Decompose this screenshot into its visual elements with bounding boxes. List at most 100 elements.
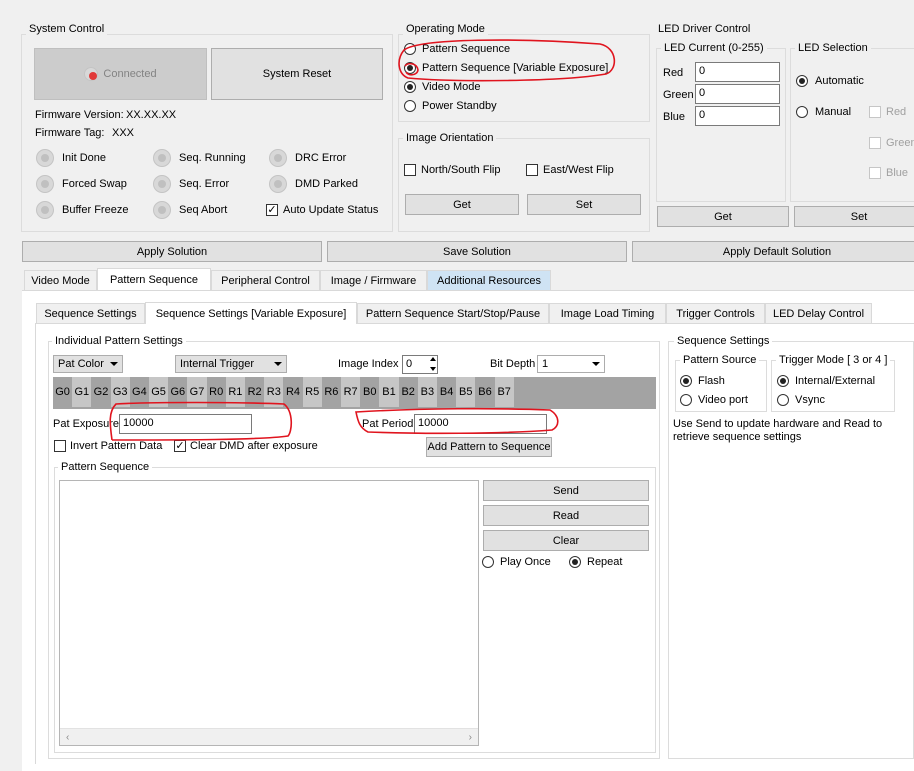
east-west-flip-checkbox[interactable]	[526, 164, 538, 176]
led-green-input[interactable]: 0	[695, 84, 780, 104]
bit-depth-dropdown[interactable]: 1	[537, 355, 605, 373]
bit-channel-r6[interactable]: R6	[321, 377, 341, 407]
repeat-label: Repeat	[587, 556, 623, 568]
spin-down-icon[interactable]	[430, 367, 436, 371]
mode-video-radio[interactable]	[404, 81, 416, 93]
orientation-set-button[interactable]: Set	[527, 194, 641, 215]
orientation-get-button[interactable]: Get	[405, 194, 519, 215]
bit-depth-value: 1	[542, 358, 549, 370]
north-south-flip-label: North/South Flip	[421, 164, 501, 176]
trigger-vsync-radio[interactable]	[777, 394, 789, 406]
tab-additional-resources[interactable]: Additional Resources	[427, 270, 551, 290]
firmware-tag-value: XXX	[112, 127, 135, 139]
led-manual-radio[interactable]	[796, 106, 808, 118]
led-blue-input[interactable]: 0	[695, 106, 780, 126]
trigger-dropdown[interactable]: Internal Trigger	[175, 355, 287, 373]
subtab-start-stop-pause[interactable]: Pattern Sequence Start/Stop/Pause	[357, 303, 549, 323]
pat-exposure-input[interactable]: 10000	[119, 414, 252, 434]
led-get-button[interactable]: Get	[657, 206, 789, 227]
apply-default-solution-button[interactable]: Apply Default Solution	[632, 241, 914, 262]
apply-solution-button[interactable]: Apply Solution	[22, 241, 322, 262]
bit-channel-r1[interactable]: R1	[225, 377, 245, 407]
mode-pattern-sequence-label: Pattern Sequence	[422, 43, 511, 55]
bit-channel-g5[interactable]: G5	[149, 377, 169, 407]
bit-channel-r5[interactable]: R5	[302, 377, 322, 407]
image-index-spinner[interactable]: 0	[402, 355, 438, 374]
source-flash-radio[interactable]	[680, 375, 692, 387]
led-sel-green-checkbox[interactable]	[869, 137, 881, 149]
pattern-sequence-list[interactable]: ‹ ›	[59, 480, 479, 746]
bit-channel-r4[interactable]: R4	[283, 377, 303, 407]
bit-channel-b2[interactable]: B2	[398, 377, 418, 407]
clear-button[interactable]: Clear	[483, 530, 649, 551]
bit-channel-g1[interactable]: G1	[72, 377, 92, 407]
bit-channel-b1[interactable]: B1	[379, 377, 399, 407]
led-manual-label: Manual	[815, 106, 852, 118]
led-sel-blue-checkbox[interactable]	[869, 167, 881, 179]
subtab-trigger-controls[interactable]: Trigger Controls	[666, 303, 765, 323]
bit-channel-g0[interactable]: G0	[53, 377, 73, 407]
mode-pattern-sequence-variable-radio[interactable]	[404, 62, 416, 74]
bit-channel-b0[interactable]: B0	[360, 377, 380, 407]
read-button[interactable]: Read	[483, 505, 649, 526]
play-once-radio[interactable]	[482, 556, 494, 568]
tab-peripheral-control[interactable]: Peripheral Control	[211, 270, 320, 290]
invert-pattern-checkbox[interactable]	[54, 440, 66, 452]
east-west-flip-label: East/West Flip	[543, 164, 614, 176]
bit-channel-g2[interactable]: G2	[91, 377, 111, 407]
trigger-value: Internal Trigger	[180, 358, 254, 370]
north-south-flip-checkbox[interactable]	[404, 164, 416, 176]
subtab-sequence-settings-variable[interactable]: Sequence Settings [Variable Exposure]	[145, 302, 357, 324]
image-orientation-group	[398, 138, 650, 232]
bit-depth-label: Bit Depth	[490, 358, 536, 370]
system-reset-button[interactable]: System Reset	[211, 48, 383, 100]
bit-channel-r3[interactable]: R3	[264, 377, 284, 407]
led-automatic-radio[interactable]	[796, 75, 808, 87]
bit-channel-b3[interactable]: B3	[417, 377, 437, 407]
bit-channel-r2[interactable]: R2	[245, 377, 265, 407]
tab-video-mode[interactable]: Video Mode	[24, 270, 97, 290]
pat-color-dropdown[interactable]: Pat Color	[53, 355, 123, 373]
subtab-sequence-settings[interactable]: Sequence Settings	[36, 303, 145, 323]
led-set-button[interactable]: Set	[794, 206, 914, 227]
led-red-input[interactable]: 0	[695, 62, 780, 82]
seq-abort-led-icon	[153, 201, 171, 219]
pat-period-input[interactable]: 10000	[414, 414, 547, 434]
led-current-title: LED Current (0-255)	[661, 42, 767, 54]
bit-channel-g4[interactable]: G4	[129, 377, 149, 407]
send-button[interactable]: Send	[483, 480, 649, 501]
auto-update-checkbox[interactable]: ✓	[266, 204, 278, 216]
horizontal-scrollbar[interactable]: ‹ ›	[60, 728, 478, 745]
led-sel-red-checkbox[interactable]	[869, 106, 881, 118]
tab-pattern-sequence[interactable]: Pattern Sequence	[97, 268, 211, 290]
tab-image-firmware[interactable]: Image / Firmware	[320, 270, 427, 290]
scroll-left-icon[interactable]: ‹	[66, 732, 69, 743]
subtab-led-delay-control[interactable]: LED Delay Control	[765, 303, 872, 323]
connected-button[interactable]: Connected	[34, 48, 207, 100]
subtab-image-load-timing[interactable]: Image Load Timing	[549, 303, 666, 323]
pat-period-label: Pat Period	[362, 418, 414, 430]
trigger-internal-external-radio[interactable]	[777, 375, 789, 387]
bit-channel-r0[interactable]: R0	[206, 377, 226, 407]
mode-pattern-sequence-radio[interactable]	[404, 43, 416, 55]
bit-channel-b5[interactable]: B5	[456, 377, 476, 407]
mode-power-standby-radio[interactable]	[404, 100, 416, 112]
repeat-radio[interactable]	[569, 556, 581, 568]
play-once-label: Play Once	[500, 556, 551, 568]
bit-channel-g6[interactable]: G6	[168, 377, 188, 407]
bit-channel-g3[interactable]: G3	[110, 377, 130, 407]
init-done-label: Init Done	[62, 152, 107, 164]
clear-dmd-checkbox[interactable]: ✓	[174, 440, 186, 452]
bit-channel-r7[interactable]: R7	[341, 377, 361, 407]
led-sel-blue-label: Blue	[886, 167, 909, 179]
bit-channel-b6[interactable]: B6	[475, 377, 495, 407]
add-pattern-button[interactable]: Add Pattern to Sequence	[426, 437, 552, 457]
save-solution-button[interactable]: Save Solution	[327, 241, 627, 262]
bit-channel-b7[interactable]: B7	[494, 377, 514, 407]
spin-up-icon[interactable]	[430, 357, 436, 361]
bit-channel-b4[interactable]: B4	[437, 377, 457, 407]
bit-channel-g7[interactable]: G7	[187, 377, 207, 407]
scroll-right-icon[interactable]: ›	[469, 732, 472, 743]
source-video-port-radio[interactable]	[680, 394, 692, 406]
buffer-freeze-led-icon	[36, 201, 54, 219]
